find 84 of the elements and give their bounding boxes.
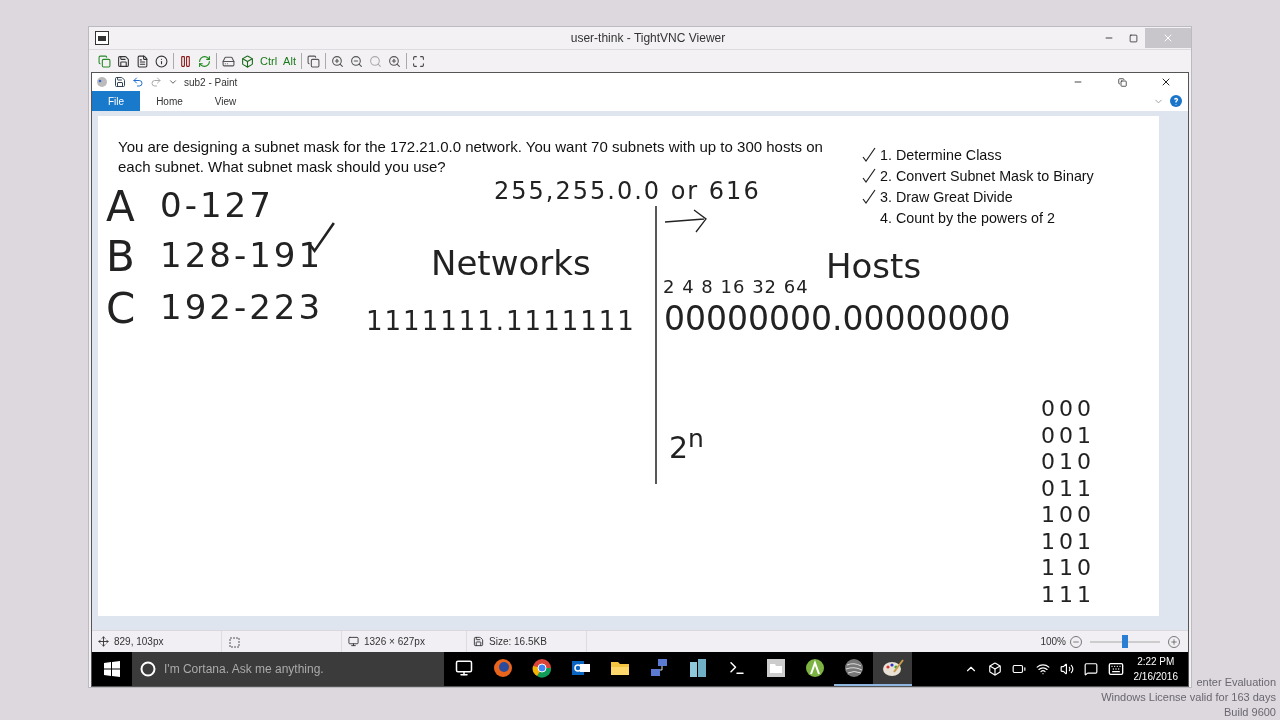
arrow-icon bbox=[664, 208, 708, 234]
wifi-icon[interactable] bbox=[1035, 662, 1050, 676]
handwritten-binary: 100 bbox=[1041, 504, 1095, 526]
handwritten-binary: 000 bbox=[1041, 398, 1095, 420]
notifications-icon[interactable] bbox=[1083, 662, 1098, 676]
windows-logo-icon bbox=[104, 661, 120, 677]
firefox-icon bbox=[492, 658, 513, 678]
handwritten-binary: 110 bbox=[1041, 557, 1095, 579]
clock[interactable]: 2:22 PM 2/16/2016 bbox=[1133, 654, 1178, 684]
question-text: You are designing a subnet mask for the 172.21.0.0 network. You want 70 subnets with up to 300 hosts on each subnet. What subnet mask should you use? bbox=[118, 137, 824, 177]
handwritten-class-letter: A bbox=[106, 186, 135, 228]
outlook-icon bbox=[570, 658, 591, 678]
file-size-icon bbox=[473, 636, 484, 647]
folder-icon bbox=[765, 658, 786, 678]
undo-button[interactable] bbox=[132, 76, 144, 88]
canvas-size-icon bbox=[348, 636, 359, 647]
paint-palette-icon bbox=[881, 658, 904, 678]
close-icon bbox=[1160, 76, 1172, 88]
keyboard-icon[interactable] bbox=[1107, 661, 1124, 677]
handwritten-binary: 010 bbox=[1041, 451, 1095, 473]
buildings-icon bbox=[687, 658, 708, 678]
volume-icon[interactable] bbox=[1059, 662, 1074, 676]
window-title: user-think - TightVNC Viewer bbox=[569, 31, 727, 45]
ribbon-tab[interactable]: View bbox=[198, 91, 253, 111]
ribbon-tab[interactable]: Home bbox=[140, 91, 199, 111]
maximize-icon bbox=[1128, 33, 1138, 43]
handwritten-exponent: 2$^{n}$ bbox=[669, 426, 704, 463]
battery-icon[interactable] bbox=[1011, 662, 1026, 676]
paint-title: sub2 - Paint bbox=[184, 76, 238, 88]
vnc-app-icon bbox=[95, 31, 109, 45]
handwritten-binary: 101 bbox=[1041, 530, 1095, 553]
terminal-icon bbox=[727, 659, 746, 677]
zoom-slider-thumb[interactable] bbox=[1122, 634, 1128, 648]
plus-icon bbox=[1170, 637, 1178, 646]
step-text: 3. Draw Great Divide bbox=[880, 189, 1013, 205]
step-text: 4. Count by the powers of 2 bbox=[880, 210, 1055, 226]
options-button[interactable] bbox=[135, 52, 150, 70]
handwritten-class-letter: B bbox=[106, 236, 135, 278]
handwritten-range: 128-191 bbox=[160, 238, 324, 272]
help-icon[interactable] bbox=[1170, 95, 1182, 107]
task-view-icon bbox=[454, 659, 473, 677]
info-button[interactable] bbox=[154, 52, 169, 70]
handwritten-bits: 1111111.1111111 bbox=[366, 308, 636, 334]
network-computers-icon bbox=[648, 658, 669, 678]
ribbon-tab[interactable]: File bbox=[92, 91, 141, 111]
canvas-size: 1326 × 627px bbox=[364, 636, 425, 647]
key-toggle-button[interactable]: Ctrl bbox=[259, 52, 279, 70]
handwritten-range: 192-223 bbox=[160, 290, 324, 324]
activation-notice: Build 9600 bbox=[1224, 705, 1276, 720]
handwritten-label: Hosts bbox=[826, 249, 922, 283]
taskbar-app-button[interactable] bbox=[873, 652, 912, 686]
handwritten-binary: 011 bbox=[1041, 477, 1095, 500]
step-text: 2. Convert Subnet Mask to Binary bbox=[880, 168, 1094, 184]
close-icon bbox=[1162, 32, 1174, 44]
handwritten-answer: 255,255.0.0 or 616 bbox=[494, 179, 761, 203]
zoom-level: 100% bbox=[1040, 636, 1066, 647]
cursor-position-icon bbox=[98, 636, 109, 647]
chrome-icon bbox=[531, 658, 552, 678]
handwritten-label: Networks bbox=[431, 246, 591, 280]
activation-notice: Windows License valid for 163 days bbox=[1101, 690, 1276, 705]
paint-app-icon bbox=[96, 76, 108, 88]
activation-notice: enter Evaluation bbox=[1196, 675, 1276, 690]
android-studio-icon bbox=[804, 658, 825, 678]
handwritten-range: 0-127 bbox=[160, 188, 274, 222]
handwritten-class-letter: C bbox=[106, 288, 136, 330]
save-button[interactable] bbox=[114, 76, 126, 88]
handwritten-binary: 111 bbox=[1041, 583, 1095, 606]
cortana-icon bbox=[140, 661, 156, 677]
cursor-position: 829, 103px bbox=[114, 636, 164, 647]
key-toggle-button[interactable]: Alt bbox=[282, 52, 297, 70]
restore-icon bbox=[1117, 77, 1127, 87]
clipboard-button[interactable] bbox=[305, 52, 321, 70]
handwritten-numbers: 2 4 8 16 32 64 bbox=[663, 278, 809, 296]
step-text: 1. Determine Class bbox=[880, 147, 1002, 163]
sphere-icon bbox=[843, 658, 864, 678]
ctrl-alt-del-button[interactable] bbox=[240, 52, 255, 70]
cortana-search-field[interactable]: I'm Cortana. Ask me anything. bbox=[132, 652, 444, 686]
handwritten-bits: 00000000.00000000 bbox=[664, 302, 1011, 335]
customize-dropdown-icon[interactable] bbox=[168, 77, 178, 87]
selection-size-icon bbox=[228, 635, 240, 648]
folder-icon bbox=[609, 659, 630, 677]
file-size: Size: 16.5KB bbox=[489, 636, 547, 647]
handwritten-binary: 001 bbox=[1041, 424, 1095, 447]
new-connection-button[interactable] bbox=[97, 52, 112, 70]
